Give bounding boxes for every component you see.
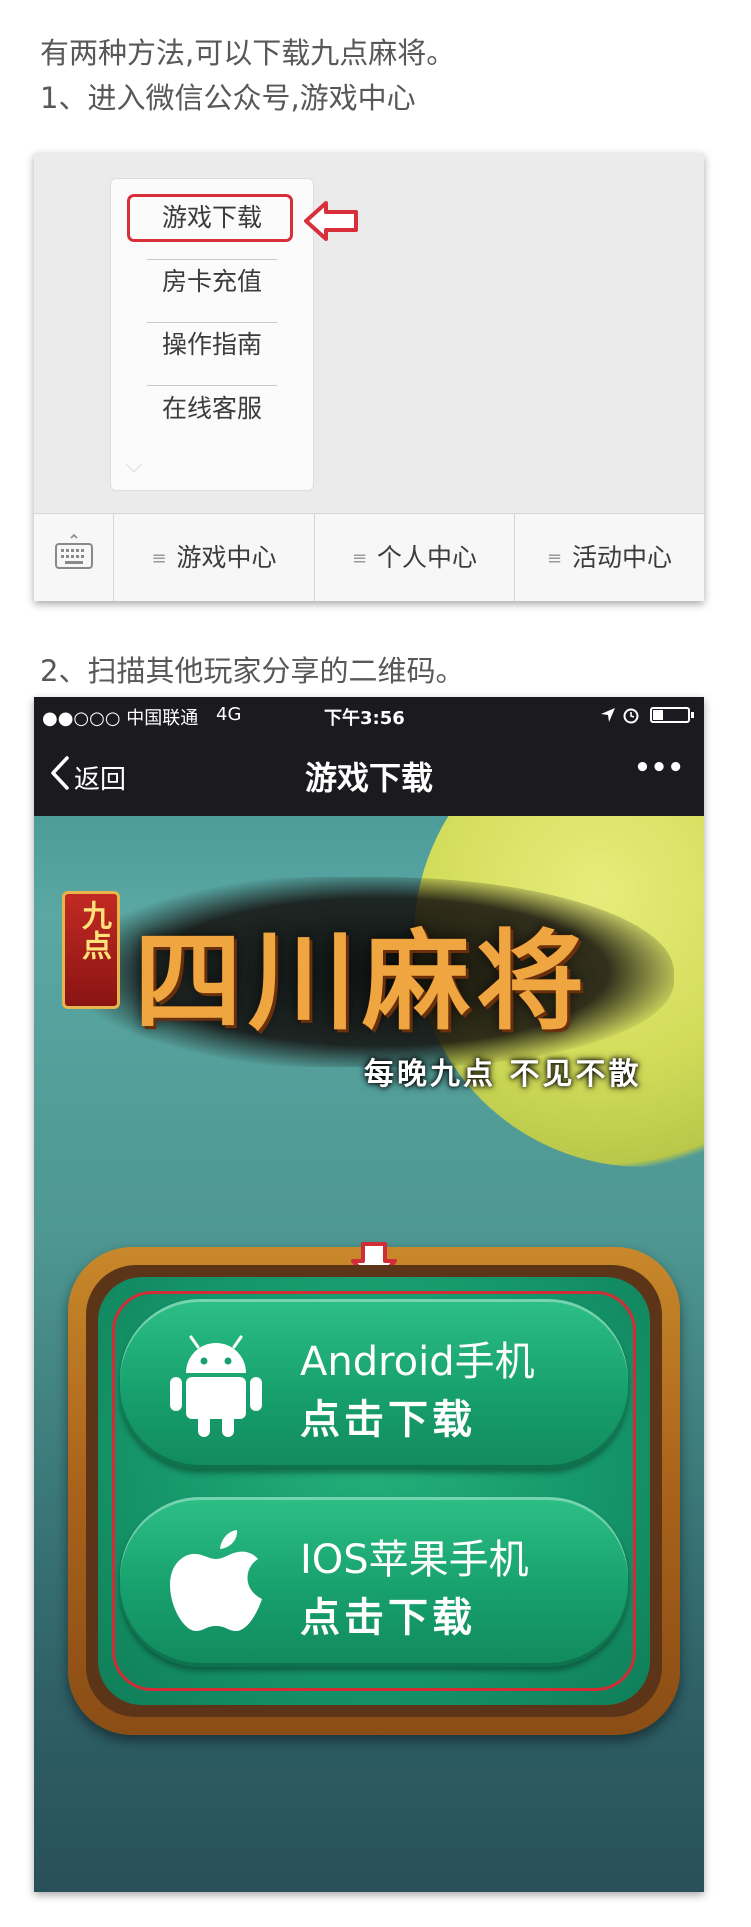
- submenu-item-customer-service[interactable]: 在线客服: [111, 389, 313, 429]
- menu-label: 游戏中心: [176, 543, 277, 572]
- menu-button-game-center[interactable]: ≡ 游戏中心: [114, 514, 315, 601]
- felt-table: Android手机 点击下载 IOS苹果手机 点击下载: [98, 1277, 650, 1705]
- pointer-arrow-icon: [304, 201, 358, 241]
- keyboard-icon: [55, 534, 93, 569]
- submenu-divider: [147, 322, 277, 323]
- game-logo-title: 四川麻将: [134, 919, 591, 1045]
- menu-label: 活动中心: [572, 543, 673, 572]
- wechat-menu-screenshot: 游戏下载 房卡充值 操作指南 在线客服 ≡ 游戏中心 ≡ 个人中心 ≡ 活动中心: [34, 153, 704, 601]
- network-label: 4G: [216, 704, 242, 725]
- submenu-divider: [147, 259, 277, 260]
- android-icon: [170, 1335, 262, 1437]
- android-title: Android手机: [300, 1339, 535, 1385]
- game-badge-text: 九点: [76, 900, 111, 960]
- page-title: 游戏下载: [304, 759, 433, 797]
- submenu-item-room-card-recharge[interactable]: 房卡充值: [111, 262, 313, 302]
- time-label: 下午3:56: [324, 708, 405, 729]
- download-panel: Android手机 点击下载 IOS苹果手机 点击下载: [68, 1242, 680, 1735]
- android-action: 点击下载: [300, 1397, 476, 1443]
- menu-lines-icon: ≡: [151, 548, 167, 569]
- carrier-label: ●●○○○ 中国联通: [42, 708, 199, 729]
- ios-download-button[interactable]: IOS苹果手机 点击下载: [120, 1497, 628, 1667]
- menu-lines-icon: ≡: [351, 548, 368, 569]
- menu-label: 个人中心: [377, 543, 478, 572]
- menu-button-personal-center[interactable]: ≡ 个人中心: [315, 514, 515, 601]
- game-badge: 九点: [62, 891, 120, 1009]
- menu-lines-icon: ≡: [546, 548, 563, 569]
- intro-line-2: 1、进入微信公众号,游戏中心: [40, 81, 416, 115]
- ios-action: 点击下载: [300, 1595, 476, 1641]
- submenu-popup: 游戏下载 房卡充值 操作指南 在线客服: [110, 178, 314, 491]
- status-bar: ●●○○○ 中国联通 4G 下午3:56: [34, 697, 704, 733]
- submenu-item-guide[interactable]: 操作指南: [111, 325, 313, 365]
- phone-screenshot: ●●○○○ 中国联通 4G 下午3:56 返回 游戏下载 ••• 九点 四川麻将: [34, 697, 704, 1892]
- game-logo: 九点 四川麻将 每晚九点 不见不散: [44, 837, 694, 1097]
- step2-text: 2、扫描其他玩家分享的二维码。: [40, 654, 465, 688]
- highlight-box: [127, 194, 293, 242]
- intro-line-1: 有两种方法,可以下载九点麻将。: [40, 36, 456, 70]
- apple-icon: [170, 1530, 262, 1631]
- keyboard-toggle-button[interactable]: [34, 514, 114, 601]
- nav-bar: 返回 游戏下载 •••: [34, 733, 704, 816]
- submenu-divider: [147, 385, 277, 386]
- android-download-button[interactable]: Android手机 点击下载: [120, 1299, 628, 1469]
- battery-icon: [650, 707, 694, 723]
- alarm-icon: [623, 708, 639, 724]
- more-button[interactable]: •••: [634, 753, 684, 783]
- game-tagline: 每晚九点 不见不散: [364, 1057, 642, 1092]
- location-icon: [601, 708, 615, 722]
- menu-button-activity-center[interactable]: ≡ 活动中心: [515, 514, 704, 601]
- ios-title: IOS苹果手机: [300, 1537, 529, 1583]
- wechat-menu-bar: ≡ 游戏中心 ≡ 个人中心 ≡ 活动中心: [34, 513, 704, 601]
